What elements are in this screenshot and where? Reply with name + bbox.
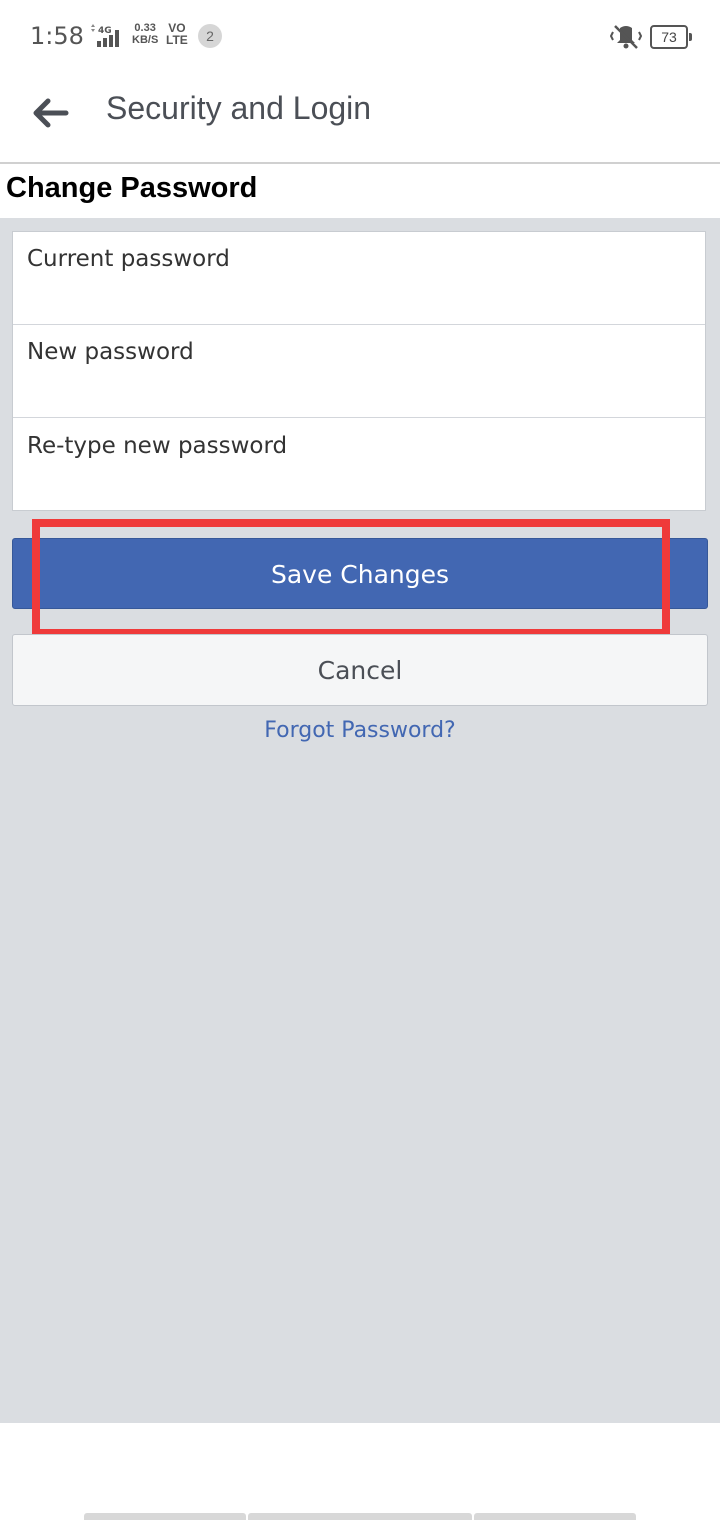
new-password-field[interactable]	[13, 325, 705, 418]
forgot-password-link[interactable]: Forgot Password?	[0, 718, 720, 743]
current-password-field[interactable]	[13, 232, 705, 325]
mute-vibrate-icon	[610, 25, 642, 49]
volte-bottom: LTE	[166, 33, 188, 47]
retype-password-input[interactable]	[13, 418, 705, 511]
cancel-button[interactable]: Cancel	[12, 634, 708, 706]
speed-value: 0.33	[134, 22, 156, 34]
bottom-area	[0, 1423, 720, 1520]
signal-icon: 4G	[91, 24, 119, 47]
nav-bar-segment	[84, 1513, 246, 1520]
status-time: 1:58	[30, 22, 84, 50]
nav-bar-segment	[474, 1513, 636, 1520]
speed-unit: KB/S	[132, 34, 159, 46]
section-title: Change Password	[6, 172, 258, 204]
app-bar: Security and Login	[0, 70, 720, 164]
password-form	[12, 231, 706, 511]
save-changes-button[interactable]: Save Changes	[12, 538, 708, 609]
nav-bar-segment	[248, 1513, 472, 1520]
battery-icon: 73	[650, 25, 692, 49]
page-title: Security and Login	[106, 90, 372, 126]
new-password-input[interactable]	[13, 325, 705, 417]
retype-password-field[interactable]	[13, 418, 705, 511]
network-speed: 0.33 KB/S	[132, 22, 158, 46]
status-bar: 1:58 4G 0.33 KB/S VO LTE 2 73	[0, 0, 720, 70]
notification-count-badge: 2	[198, 24, 222, 48]
arrow-left-icon	[33, 98, 69, 128]
volte-indicator: VO LTE	[166, 22, 188, 46]
network-type: 4G	[98, 26, 112, 36]
current-password-input[interactable]	[13, 232, 705, 324]
back-button[interactable]	[20, 88, 80, 138]
